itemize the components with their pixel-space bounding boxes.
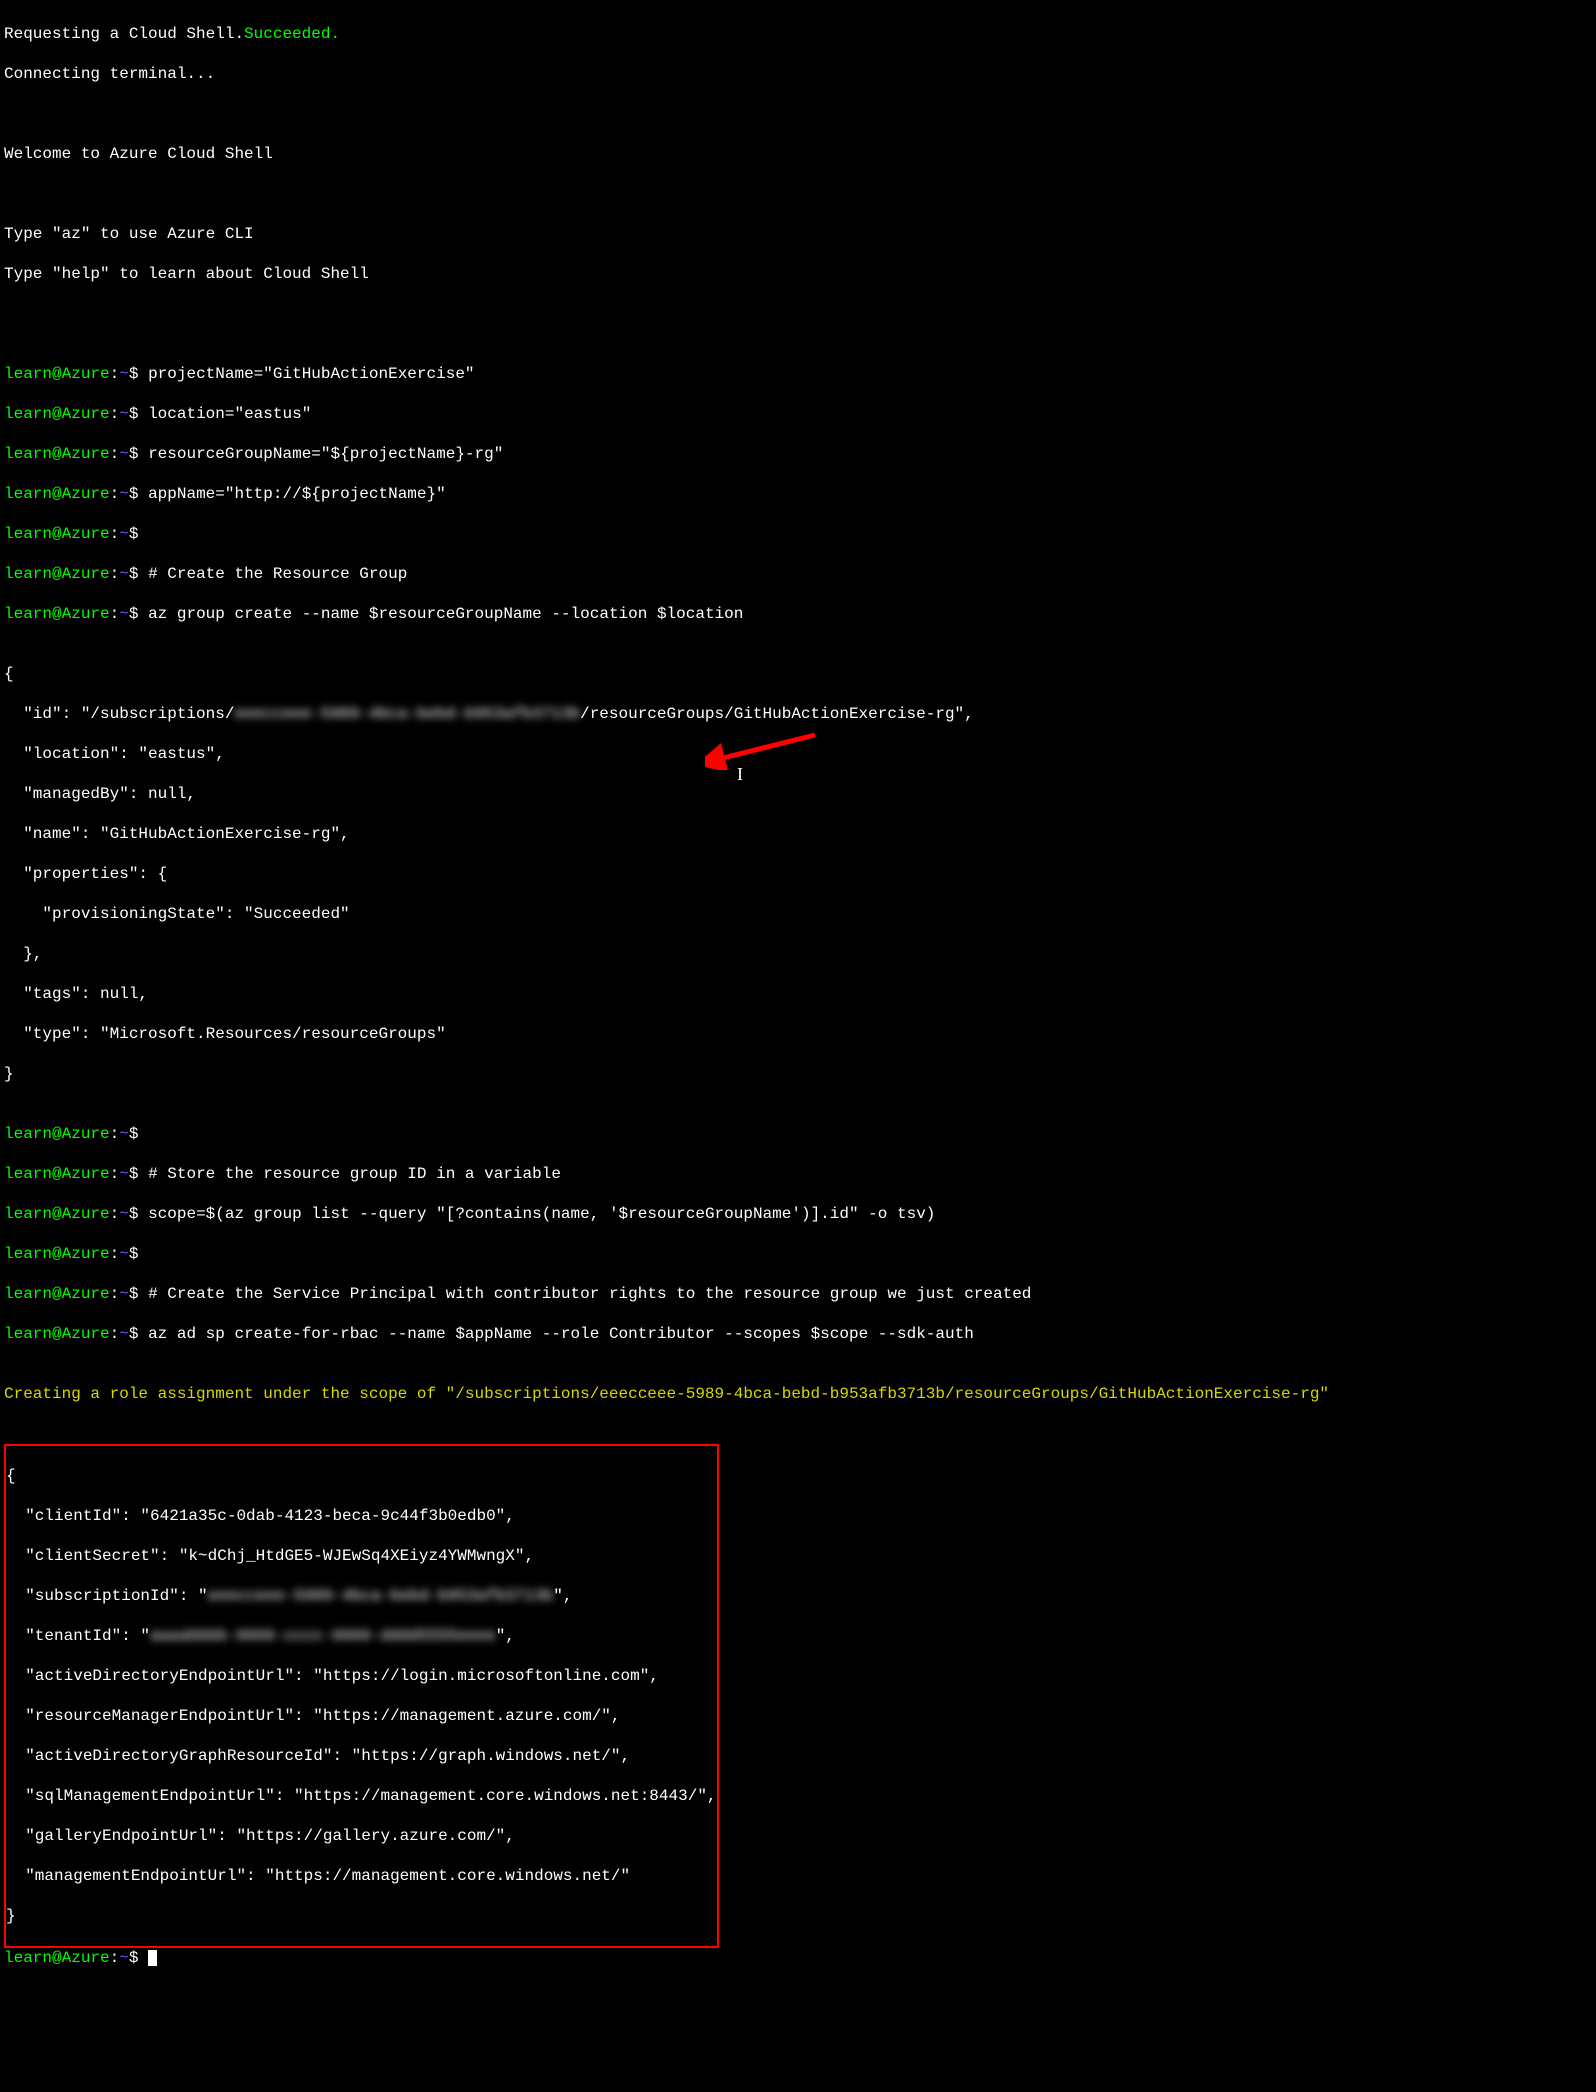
blank-line (4, 104, 1592, 124)
prompt-line: learn@Azure:~$ appName="http://${project… (4, 484, 1592, 504)
json-output: "properties": { (4, 864, 1592, 884)
blank-line (4, 304, 1592, 324)
output-line: Requesting a Cloud Shell.Succeeded. (4, 24, 1592, 44)
output-line: Connecting terminal... (4, 64, 1592, 84)
json-output: "type": "Microsoft.Resources/resourceGro… (4, 1024, 1592, 1044)
json-output: "clientId": "6421a35c-0dab-4123-beca-9c4… (6, 1506, 717, 1526)
json-output: "tenantId": "aaaabbbb-6666-cccc-6666-ddd… (6, 1626, 717, 1646)
json-output: "id": "/subscriptions/eeecceee-5989-4bca… (4, 704, 1592, 724)
prompt-line: learn@Azure:~$ # Store the resource grou… (4, 1164, 1592, 1184)
json-output: "activeDirectoryGraphResourceId": "https… (6, 1746, 717, 1766)
output-line: Type "help" to learn about Cloud Shell (4, 264, 1592, 284)
json-output: "managedBy": null, (4, 784, 1592, 804)
json-output: "galleryEndpointUrl": "https://gallery.a… (6, 1826, 717, 1846)
output-line: Welcome to Azure Cloud Shell (4, 144, 1592, 164)
prompt-line: learn@Azure:~$ projectName="GitHubAction… (4, 364, 1592, 384)
prompt-line: learn@Azure:~$ scope=$(az group list --q… (4, 1204, 1592, 1224)
prompt-line: learn@Azure:~$ az group create --name $r… (4, 604, 1592, 624)
json-output: "managementEndpointUrl": "https://manage… (6, 1866, 717, 1886)
prompt-line[interactable]: learn@Azure:~$ (4, 1948, 1592, 1968)
json-output: { (6, 1466, 717, 1486)
prompt-line: learn@Azure:~$ (4, 1124, 1592, 1144)
terminal[interactable]: Requesting a Cloud Shell.Succeeded. Conn… (0, 0, 1596, 2092)
json-output: { (4, 664, 1592, 684)
json-output: "location": "eastus", (4, 744, 1592, 764)
terminal-cursor (148, 1950, 157, 1966)
credentials-highlight-box: { "clientId": "6421a35c-0dab-4123-beca-9… (4, 1444, 719, 1948)
prompt-line: learn@Azure:~$ # Create the Service Prin… (4, 1284, 1592, 1304)
prompt-line: learn@Azure:~$ resourceGroupName="${proj… (4, 444, 1592, 464)
prompt-line: learn@Azure:~$ (4, 524, 1592, 544)
json-output: "sqlManagementEndpointUrl": "https://man… (6, 1786, 717, 1806)
blank-line (4, 184, 1592, 204)
json-output: } (6, 1906, 717, 1926)
json-output: "tags": null, (4, 984, 1592, 1004)
prompt-line: learn@Azure:~$ location="eastus" (4, 404, 1592, 424)
json-output: "subscriptionId": "eeecceee-5989-4bca-be… (6, 1586, 717, 1606)
json-output: "activeDirectoryEndpointUrl": "https://l… (6, 1666, 717, 1686)
output-line: Type "az" to use Azure CLI (4, 224, 1592, 244)
json-output: "clientSecret": "k~dChj_HtdGE5-WJEwSq4XE… (6, 1546, 717, 1566)
json-output: }, (4, 944, 1592, 964)
prompt-line: learn@Azure:~$ az ad sp create-for-rbac … (4, 1324, 1592, 1344)
json-output: } (4, 1064, 1592, 1084)
prompt-line: learn@Azure:~$ # Create the Resource Gro… (4, 564, 1592, 584)
json-output: "provisioningState": "Succeeded" (4, 904, 1592, 924)
text-cursor-icon: I (737, 763, 743, 786)
json-output: "resourceManagerEndpointUrl": "https://m… (6, 1706, 717, 1726)
prompt-line: learn@Azure:~$ (4, 1244, 1592, 1264)
warning-output: Creating a role assignment under the sco… (4, 1384, 1592, 1404)
json-output: "name": "GitHubActionExercise-rg", (4, 824, 1592, 844)
